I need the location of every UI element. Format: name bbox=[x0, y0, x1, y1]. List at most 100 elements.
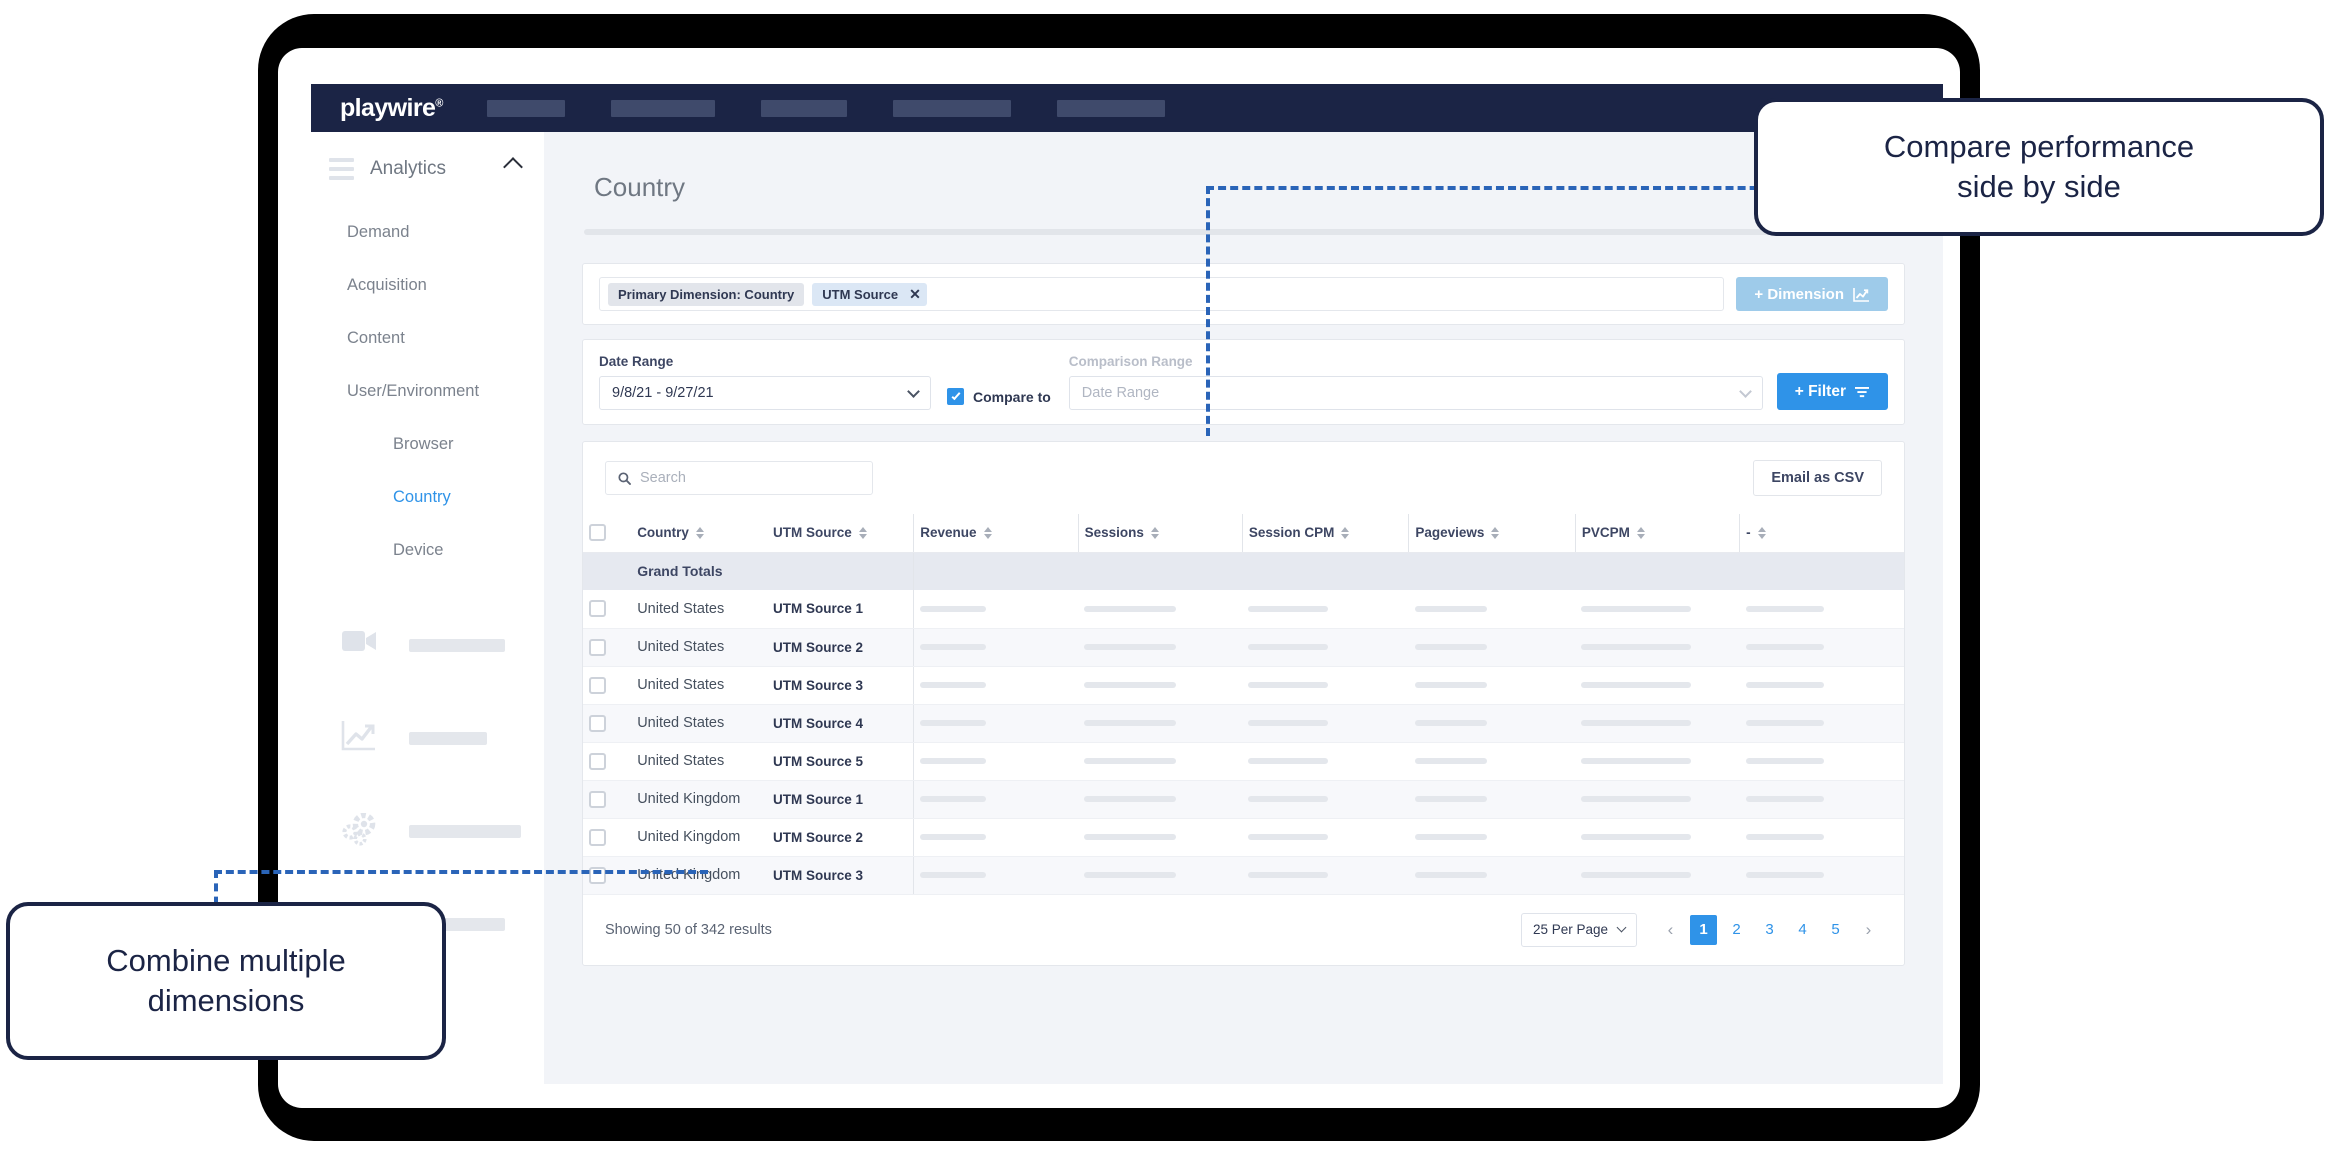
row-checkbox[interactable] bbox=[589, 828, 606, 846]
column-label: UTM Source bbox=[773, 525, 852, 541]
sort-icon[interactable] bbox=[983, 526, 992, 539]
close-icon[interactable]: ✕ bbox=[909, 286, 921, 303]
column-header-session-cpm[interactable]: Session CPM bbox=[1241, 514, 1409, 553]
top-nav-link-5[interactable] bbox=[1056, 99, 1165, 117]
top-nav-link-1[interactable] bbox=[486, 99, 565, 117]
chevron-up-icon[interactable] bbox=[503, 156, 523, 177]
screenshot-root: playwire® Analytics Demand Acquisition Con… bbox=[0, 0, 2326, 1157]
table-row[interactable]: United States UTM Source 2 bbox=[583, 628, 1904, 667]
row-checkbox[interactable] bbox=[589, 638, 606, 656]
column-header-country[interactable]: Country bbox=[631, 514, 767, 553]
table-row[interactable]: United Kingdom UTM Source 3 bbox=[583, 856, 1904, 895]
sidebar-item-acquisition[interactable]: Acquisition bbox=[311, 259, 544, 312]
column-label: Pageviews bbox=[1415, 525, 1485, 541]
search-placeholder: Search bbox=[640, 470, 686, 486]
add-filter-button[interactable]: + Filter bbox=[1776, 373, 1888, 410]
page-button-4[interactable]: 4 bbox=[1789, 915, 1816, 945]
date-range-value: 9/8/21 - 9/27/21 bbox=[612, 385, 714, 401]
sort-icon[interactable] bbox=[1636, 526, 1645, 539]
sort-icon[interactable] bbox=[1150, 526, 1159, 539]
cell-metric-placeholder bbox=[1739, 666, 1904, 705]
column-header-pageviews[interactable]: Pageviews bbox=[1408, 514, 1576, 553]
cell-country: United Kingdom bbox=[631, 818, 767, 857]
column-header--[interactable]: - bbox=[1739, 514, 1904, 553]
sidebar-item-demand[interactable]: Demand bbox=[311, 206, 544, 259]
sidebar-placeholder-item-1[interactable] bbox=[311, 599, 544, 692]
email-as-csv-button[interactable]: Email as CSV bbox=[1753, 460, 1882, 496]
hamburger-icon[interactable] bbox=[329, 158, 354, 180]
table-row[interactable]: United States UTM Source 5 bbox=[583, 742, 1904, 781]
row-checkbox[interactable] bbox=[589, 600, 606, 618]
page-button-5[interactable]: 5 bbox=[1822, 915, 1849, 945]
sort-icon[interactable] bbox=[1491, 526, 1500, 539]
page-button-1[interactable]: 1 bbox=[1690, 914, 1717, 945]
cell-utm-source: UTM Source 4 bbox=[767, 704, 914, 743]
callout-compare-performance: Compare performance side by side bbox=[1754, 98, 2324, 236]
cell-metric-placeholder bbox=[1242, 742, 1409, 781]
sort-icon[interactable] bbox=[858, 526, 867, 539]
cell-metric-placeholder bbox=[1242, 704, 1409, 743]
comparison-range-select[interactable]: Date Range bbox=[1068, 376, 1763, 410]
table-row[interactable]: United States UTM Source 1 bbox=[583, 590, 1904, 629]
per-page-select[interactable]: 25 Per Page bbox=[1521, 912, 1637, 947]
column-header-pvcpm[interactable]: PVCPM bbox=[1574, 514, 1740, 553]
prev-page-button[interactable]: ‹ bbox=[1657, 915, 1684, 945]
sidebar-item-country[interactable]: Country bbox=[311, 471, 544, 524]
page-button-3[interactable]: 3 bbox=[1756, 915, 1783, 945]
title-divider bbox=[584, 229, 1903, 235]
cell-utm-source: UTM Source 5 bbox=[767, 742, 914, 781]
cell-country: United States bbox=[631, 628, 767, 667]
table-row[interactable]: United States UTM Source 4 bbox=[583, 704, 1904, 743]
sidebar-item-browser[interactable]: Browser bbox=[311, 418, 544, 471]
select-all-checkbox[interactable] bbox=[589, 524, 606, 542]
sort-icon[interactable] bbox=[695, 526, 704, 539]
next-page-button[interactable]: › bbox=[1855, 915, 1882, 945]
top-nav-link-3[interactable] bbox=[760, 99, 847, 117]
dimension-input[interactable]: Primary Dimension: Country UTM Source ✕ bbox=[599, 277, 1725, 311]
row-checkbox-cell bbox=[583, 742, 632, 781]
date-range-select[interactable]: 9/8/21 - 9/27/21 bbox=[599, 376, 931, 410]
sidebar-item-content[interactable]: Content bbox=[311, 312, 544, 365]
table-row[interactable]: United Kingdom UTM Source 1 bbox=[583, 780, 1904, 819]
column-header-sessions[interactable]: Sessions bbox=[1077, 514, 1243, 553]
table-toolbar: Search Email as CSV bbox=[583, 442, 1904, 514]
sidebar-item-device[interactable]: Device bbox=[311, 524, 544, 577]
primary-dimension-chip[interactable]: Primary Dimension: Country bbox=[608, 282, 805, 306]
callout-combine-dimensions: Combine multiple dimensions bbox=[6, 902, 446, 1060]
page-button-2[interactable]: 2 bbox=[1723, 915, 1750, 945]
sort-icon[interactable] bbox=[1757, 526, 1766, 539]
cell-metric-placeholder bbox=[1575, 780, 1740, 819]
row-checkbox[interactable] bbox=[589, 866, 606, 884]
row-checkbox-cell bbox=[583, 704, 632, 743]
utm-source-chip[interactable]: UTM Source ✕ bbox=[812, 282, 927, 306]
table-row[interactable]: United Kingdom UTM Source 2 bbox=[583, 818, 1904, 857]
top-nav-link-2[interactable] bbox=[610, 99, 715, 117]
sidebar-placeholder-item-3[interactable] bbox=[311, 785, 544, 878]
cell-metric-placeholder bbox=[1575, 590, 1740, 629]
sidebar-header[interactable]: Analytics bbox=[311, 132, 544, 206]
sidebar-placeholder-item-2[interactable] bbox=[311, 692, 544, 785]
top-nav-link-4[interactable] bbox=[892, 99, 1011, 117]
cell-metric-placeholder bbox=[1575, 856, 1740, 895]
row-checkbox[interactable] bbox=[589, 790, 606, 808]
row-checkbox-cell bbox=[583, 780, 632, 819]
top-navigation-bar: playwire® bbox=[311, 84, 1943, 132]
column-label: Revenue bbox=[920, 525, 977, 541]
video-camera-icon bbox=[341, 627, 383, 665]
column-header-utm-source[interactable]: UTM Source bbox=[767, 514, 914, 553]
row-checkbox[interactable] bbox=[589, 714, 606, 732]
sort-icon[interactable] bbox=[1341, 526, 1350, 539]
playwire-logo[interactable]: playwire® bbox=[340, 94, 443, 123]
search-input[interactable]: Search bbox=[605, 461, 873, 495]
compare-to-control[interactable]: Compare to bbox=[947, 388, 1051, 405]
compare-to-checkbox[interactable] bbox=[947, 388, 964, 405]
sidebar-item-user-environment[interactable]: User/Environment bbox=[311, 365, 544, 418]
row-checkbox[interactable] bbox=[589, 752, 606, 770]
analytics-app-window: playwire® Analytics Demand Acquisition Con… bbox=[311, 84, 1943, 1084]
table-row[interactable]: United States UTM Source 3 bbox=[583, 666, 1904, 705]
column-header-revenue[interactable]: Revenue bbox=[913, 514, 1079, 553]
add-dimension-button[interactable]: + Dimension bbox=[1736, 277, 1888, 311]
row-checkbox[interactable] bbox=[589, 676, 606, 694]
table-header-row: Country UTM Source Revenue Sessions Session … bbox=[583, 514, 1904, 553]
top-nav-placeholder-links bbox=[486, 99, 1165, 117]
